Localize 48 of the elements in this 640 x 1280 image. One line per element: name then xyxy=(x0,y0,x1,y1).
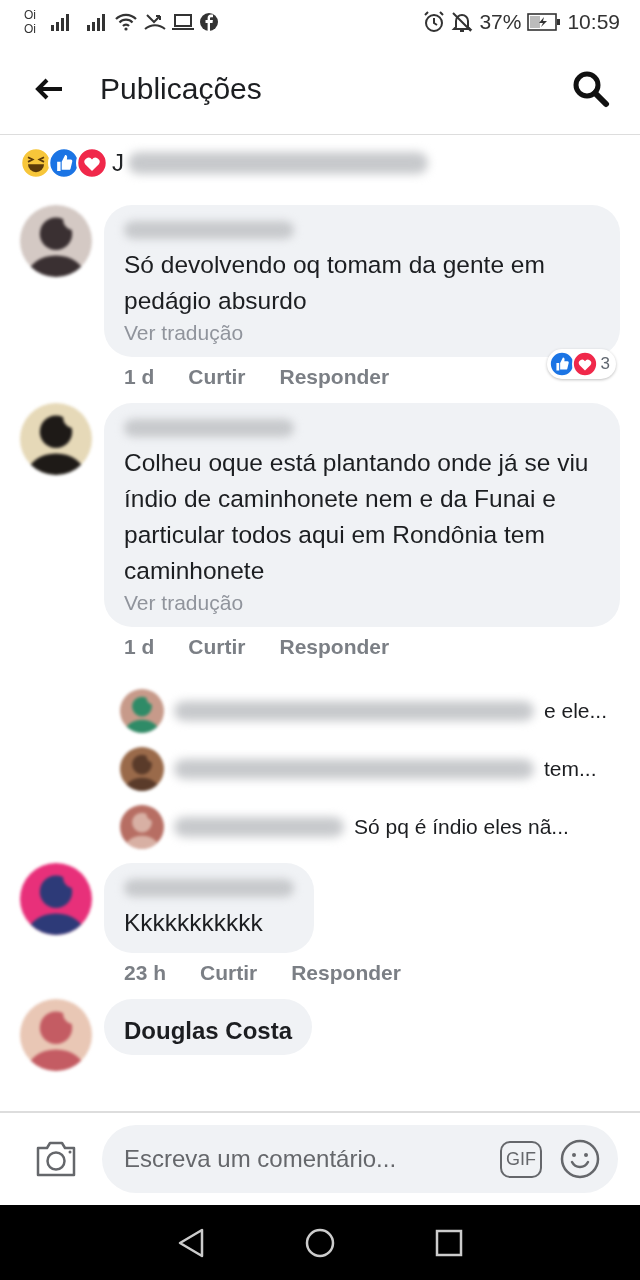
like-link[interactable]: Curtir xyxy=(188,635,246,659)
heart-reaction-icon xyxy=(76,147,108,179)
back-button[interactable] xyxy=(34,77,64,101)
carrier-label: Oi xyxy=(24,22,36,36)
comment-author[interactable]: Douglas Costa xyxy=(124,1017,293,1045)
charging-battery-icon xyxy=(527,13,562,31)
laptop-icon xyxy=(172,14,194,30)
translate-link[interactable]: Ver tradução xyxy=(124,591,600,615)
laughing-reaction-icon xyxy=(20,147,52,179)
back-nav-button[interactable] xyxy=(177,1227,205,1258)
signal-icon xyxy=(50,13,72,31)
reply-preview-text[interactable]: e ele... xyxy=(544,699,608,723)
battery-percent: 37% xyxy=(479,10,522,34)
search-button[interactable] xyxy=(572,70,610,108)
camera-button[interactable] xyxy=(34,1140,78,1178)
alarm-icon xyxy=(423,11,446,33)
like-link[interactable]: Curtir xyxy=(188,365,246,389)
page-title: Publicações xyxy=(100,72,263,106)
translate-link[interactable]: Ver tradução xyxy=(124,321,600,345)
facebook-icon xyxy=(200,13,218,31)
reply-preview-text[interactable]: Só pq é índio eles nã... xyxy=(354,815,569,839)
comment-text: Kkkkkkkkkkk xyxy=(124,908,264,938)
reaction-summary-text[interactable]: J xyxy=(112,149,124,177)
signal-icon xyxy=(86,13,108,31)
carrier-label: Oi xyxy=(24,8,36,22)
missed-call-icon xyxy=(144,13,166,31)
recents-nav-button[interactable] xyxy=(435,1228,463,1257)
reply-link[interactable]: Responder xyxy=(279,365,390,389)
wifi-icon xyxy=(114,13,138,31)
comment-text: Colheu oque está plantando onde já se viu índio de caminhonete nem e da Funai e particular todos aqui em Rondônia tem caminhonete xyxy=(124,448,590,586)
emoji-button[interactable] xyxy=(560,1139,600,1179)
like-link[interactable]: Curtir xyxy=(200,961,258,985)
like-reaction-icon xyxy=(548,351,575,377)
clock-time: 10:59 xyxy=(567,10,620,34)
reaction-count-badge[interactable]: 3 xyxy=(546,349,616,379)
heart-reaction-icon xyxy=(571,351,598,377)
comment-time: 1 d xyxy=(124,365,155,389)
comment-time: 1 d xyxy=(124,635,155,659)
home-nav-button[interactable] xyxy=(305,1227,335,1258)
muted-bell-icon xyxy=(451,11,474,33)
comment-time: 23 h xyxy=(124,961,167,985)
gif-button[interactable]: GIF xyxy=(500,1140,542,1178)
reply-preview-text[interactable]: tem... xyxy=(544,757,597,781)
comment-text: Só devolvendo oq tomam da gente em pedágio absurdo xyxy=(124,250,546,316)
comment-input-field[interactable]: Escreva um comentário... GIF xyxy=(102,1125,618,1193)
reply-link[interactable]: Responder xyxy=(291,961,401,985)
like-reaction-icon xyxy=(48,147,80,179)
reply-link[interactable]: Responder xyxy=(279,635,390,659)
